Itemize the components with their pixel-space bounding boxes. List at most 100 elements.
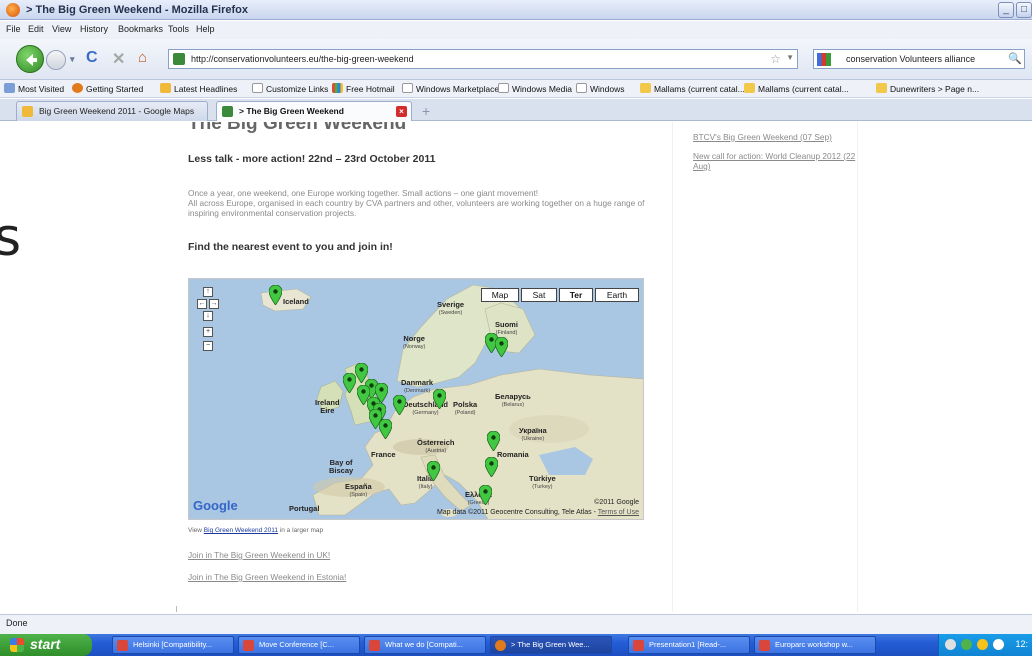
map-copyright: ©2011 Google: [594, 499, 639, 506]
arrow-left-icon: [26, 54, 37, 66]
volume-icon[interactable]: [977, 639, 988, 650]
security-icon[interactable]: [961, 639, 972, 650]
office-doc-icon: [243, 640, 254, 651]
firefox-icon: [72, 83, 83, 93]
start-button[interactable]: start: [0, 634, 92, 656]
map-type-sat-button[interactable]: Sat: [521, 288, 557, 302]
forward-button[interactable]: [46, 50, 66, 70]
map-label-romania: Romania: [497, 450, 529, 459]
intro-text: Once a year, one weekend, one Europe wor…: [188, 188, 668, 218]
tab-strip: Big Green Weekend 2011 - Google Maps > T…: [0, 99, 1032, 121]
system-tray: 12:: [938, 634, 1032, 656]
menu-tools[interactable]: Tools: [168, 24, 189, 34]
map-marker-icon[interactable]: [479, 485, 492, 505]
network-icon[interactable]: [945, 639, 956, 650]
search-engine-icon[interactable]: [817, 53, 831, 66]
terms-link[interactable]: Terms of Use: [598, 509, 639, 516]
embedded-map[interactable]: Iceland Sverige (Sweden) Suomi (Finland) N…: [188, 278, 644, 520]
new-tab-icon[interactable]: +: [422, 103, 430, 119]
restore-button[interactable]: □: [1016, 2, 1032, 18]
back-button[interactable]: [16, 45, 44, 73]
bookmark-star-icon[interactable]: ☆: [770, 52, 781, 66]
taskbar-item-presentation1[interactable]: Presentation1 [Read-...: [628, 636, 750, 654]
taskbar-item-move-conference[interactable]: Move Conference [C...: [238, 636, 360, 654]
tab-big-green-weekend[interactable]: > The Big Green Weekend ×: [216, 101, 412, 121]
view-larger-map-note: View Big Green Weekend 2011 in a larger …: [188, 527, 324, 534]
bookmark-most-visited[interactable]: Most Visited: [4, 83, 64, 94]
close-tab-icon[interactable]: ×: [396, 106, 407, 117]
site-favicon-icon: [222, 106, 233, 117]
map-marker-icon[interactable]: [485, 457, 498, 477]
minimize-button[interactable]: _: [998, 2, 1014, 18]
status-text: Done: [6, 618, 28, 628]
taskbar-item-what-we-do[interactable]: What we do [Compati...: [364, 636, 486, 654]
map-type-ter-button[interactable]: Ter: [559, 288, 593, 302]
history-dropdown-icon[interactable]: ▾: [70, 54, 75, 65]
folder-icon: [876, 83, 887, 93]
pan-left-button[interactable]: ←: [197, 299, 207, 309]
url-text: http://conservationvolunteers.eu/the-big…: [191, 54, 414, 64]
bookmark-latest-headlines[interactable]: Latest Headlines: [160, 83, 237, 94]
search-input[interactable]: conservation Volunteers alliance: [846, 54, 975, 64]
reload-icon[interactable]: C: [86, 49, 98, 67]
bookmark-dunewriters[interactable]: Dunewriters > Page n...: [876, 83, 979, 94]
bookmark-windows-media[interactable]: Windows Media: [498, 83, 572, 94]
taskbar-item-big-green-weekend[interactable]: > The Big Green Wee...: [490, 636, 612, 654]
url-dropdown-icon[interactable]: ▼: [786, 53, 794, 62]
map-marker-icon[interactable]: [495, 337, 508, 357]
menu-view[interactable]: View: [52, 24, 71, 34]
bookmark-getting-started[interactable]: Getting Started: [72, 83, 143, 94]
zoom-in-button[interactable]: +: [203, 327, 213, 337]
map-marker-icon[interactable]: [427, 461, 440, 481]
home-icon[interactable]: ⌂: [138, 49, 147, 66]
menu-bar: File Edit View History Bookmarks Tools H…: [0, 21, 1032, 39]
menu-history[interactable]: History: [80, 24, 108, 34]
pan-down-button[interactable]: ↓: [203, 311, 213, 321]
tab-google-maps[interactable]: Big Green Weekend 2011 - Google Maps: [16, 101, 208, 121]
status-bar: Done: [0, 614, 1032, 634]
map-marker-icon[interactable]: [487, 431, 500, 451]
menu-bookmarks[interactable]: Bookmarks: [118, 24, 163, 34]
pan-right-button[interactable]: →: [209, 299, 219, 309]
map-type-earth-button[interactable]: Earth: [595, 288, 639, 302]
join-uk-link[interactable]: Join in The Big Green Weekend in UK!: [188, 550, 330, 560]
map-label-osterreich: Österreich (Austria): [417, 438, 455, 455]
bookmark-free-hotmail[interactable]: Free Hotmail: [332, 83, 395, 94]
map-marker-icon[interactable]: [269, 285, 282, 305]
menu-file[interactable]: File: [6, 24, 21, 34]
map-type-map-button[interactable]: Map: [481, 288, 519, 302]
update-icon[interactable]: [993, 639, 1004, 650]
sidebar-news-link-1[interactable]: BTCV's Big Green Weekend (07 Sep): [693, 132, 863, 142]
divider: [176, 606, 177, 612]
bookmark-mallams-1[interactable]: Mallams (current catal...: [640, 83, 745, 94]
bookmark-mallams-2[interactable]: Mallams (current catal...: [744, 83, 849, 94]
view-larger-map-link[interactable]: Big Green Weekend 2011: [204, 527, 278, 534]
search-icon[interactable]: 🔍: [1008, 52, 1022, 65]
url-bar[interactable]: http://conservationvolunteers.eu/the-big…: [168, 49, 798, 69]
windows-flag-icon: [332, 83, 343, 93]
zoom-out-button[interactable]: −: [203, 341, 213, 351]
map-marker-icon[interactable]: [379, 419, 392, 439]
bookmark-windows-marketplace[interactable]: Windows Marketplace: [402, 83, 499, 94]
taskbar-item-helsinki[interactable]: Helsinki [Compatibility...: [112, 636, 234, 654]
search-bar[interactable]: conservation Volunteers alliance 🔍: [813, 49, 1025, 69]
taskbar-item-europarc[interactable]: Europarc workshop w...: [754, 636, 876, 654]
map-marker-icon[interactable]: [433, 389, 446, 409]
map-label-bay-of-biscay: Bay of Biscay: [329, 458, 354, 475]
bookmark-windows[interactable]: Windows: [576, 83, 624, 94]
map-label-ireland: Ireland Eire: [315, 398, 340, 415]
map-label-ukraine: Україна (Ukraine): [519, 426, 547, 443]
sidebar-news-link-2[interactable]: New call for action: World Cleanup 2012 …: [693, 151, 863, 171]
bookmark-customize-links[interactable]: Customize Links: [252, 83, 328, 94]
pan-up-button[interactable]: ↑: [203, 287, 213, 297]
join-estonia-link[interactable]: Join in The Big Green Weekend in Estonia…: [188, 572, 346, 582]
windows-taskbar: start Helsinki [Compatibility... Move Co…: [0, 634, 1032, 656]
map-label-danmark: Danmark (Denmark): [401, 378, 434, 395]
menu-help[interactable]: Help: [196, 24, 215, 34]
map-marker-icon[interactable]: [393, 395, 406, 415]
page-title: The Big Green Weekend: [188, 122, 407, 134]
stop-icon[interactable]: ✕: [112, 49, 125, 69]
menu-edit[interactable]: Edit: [28, 24, 44, 34]
firefox-icon: [495, 640, 506, 651]
map-label-polska: Polska (Poland): [453, 400, 478, 417]
